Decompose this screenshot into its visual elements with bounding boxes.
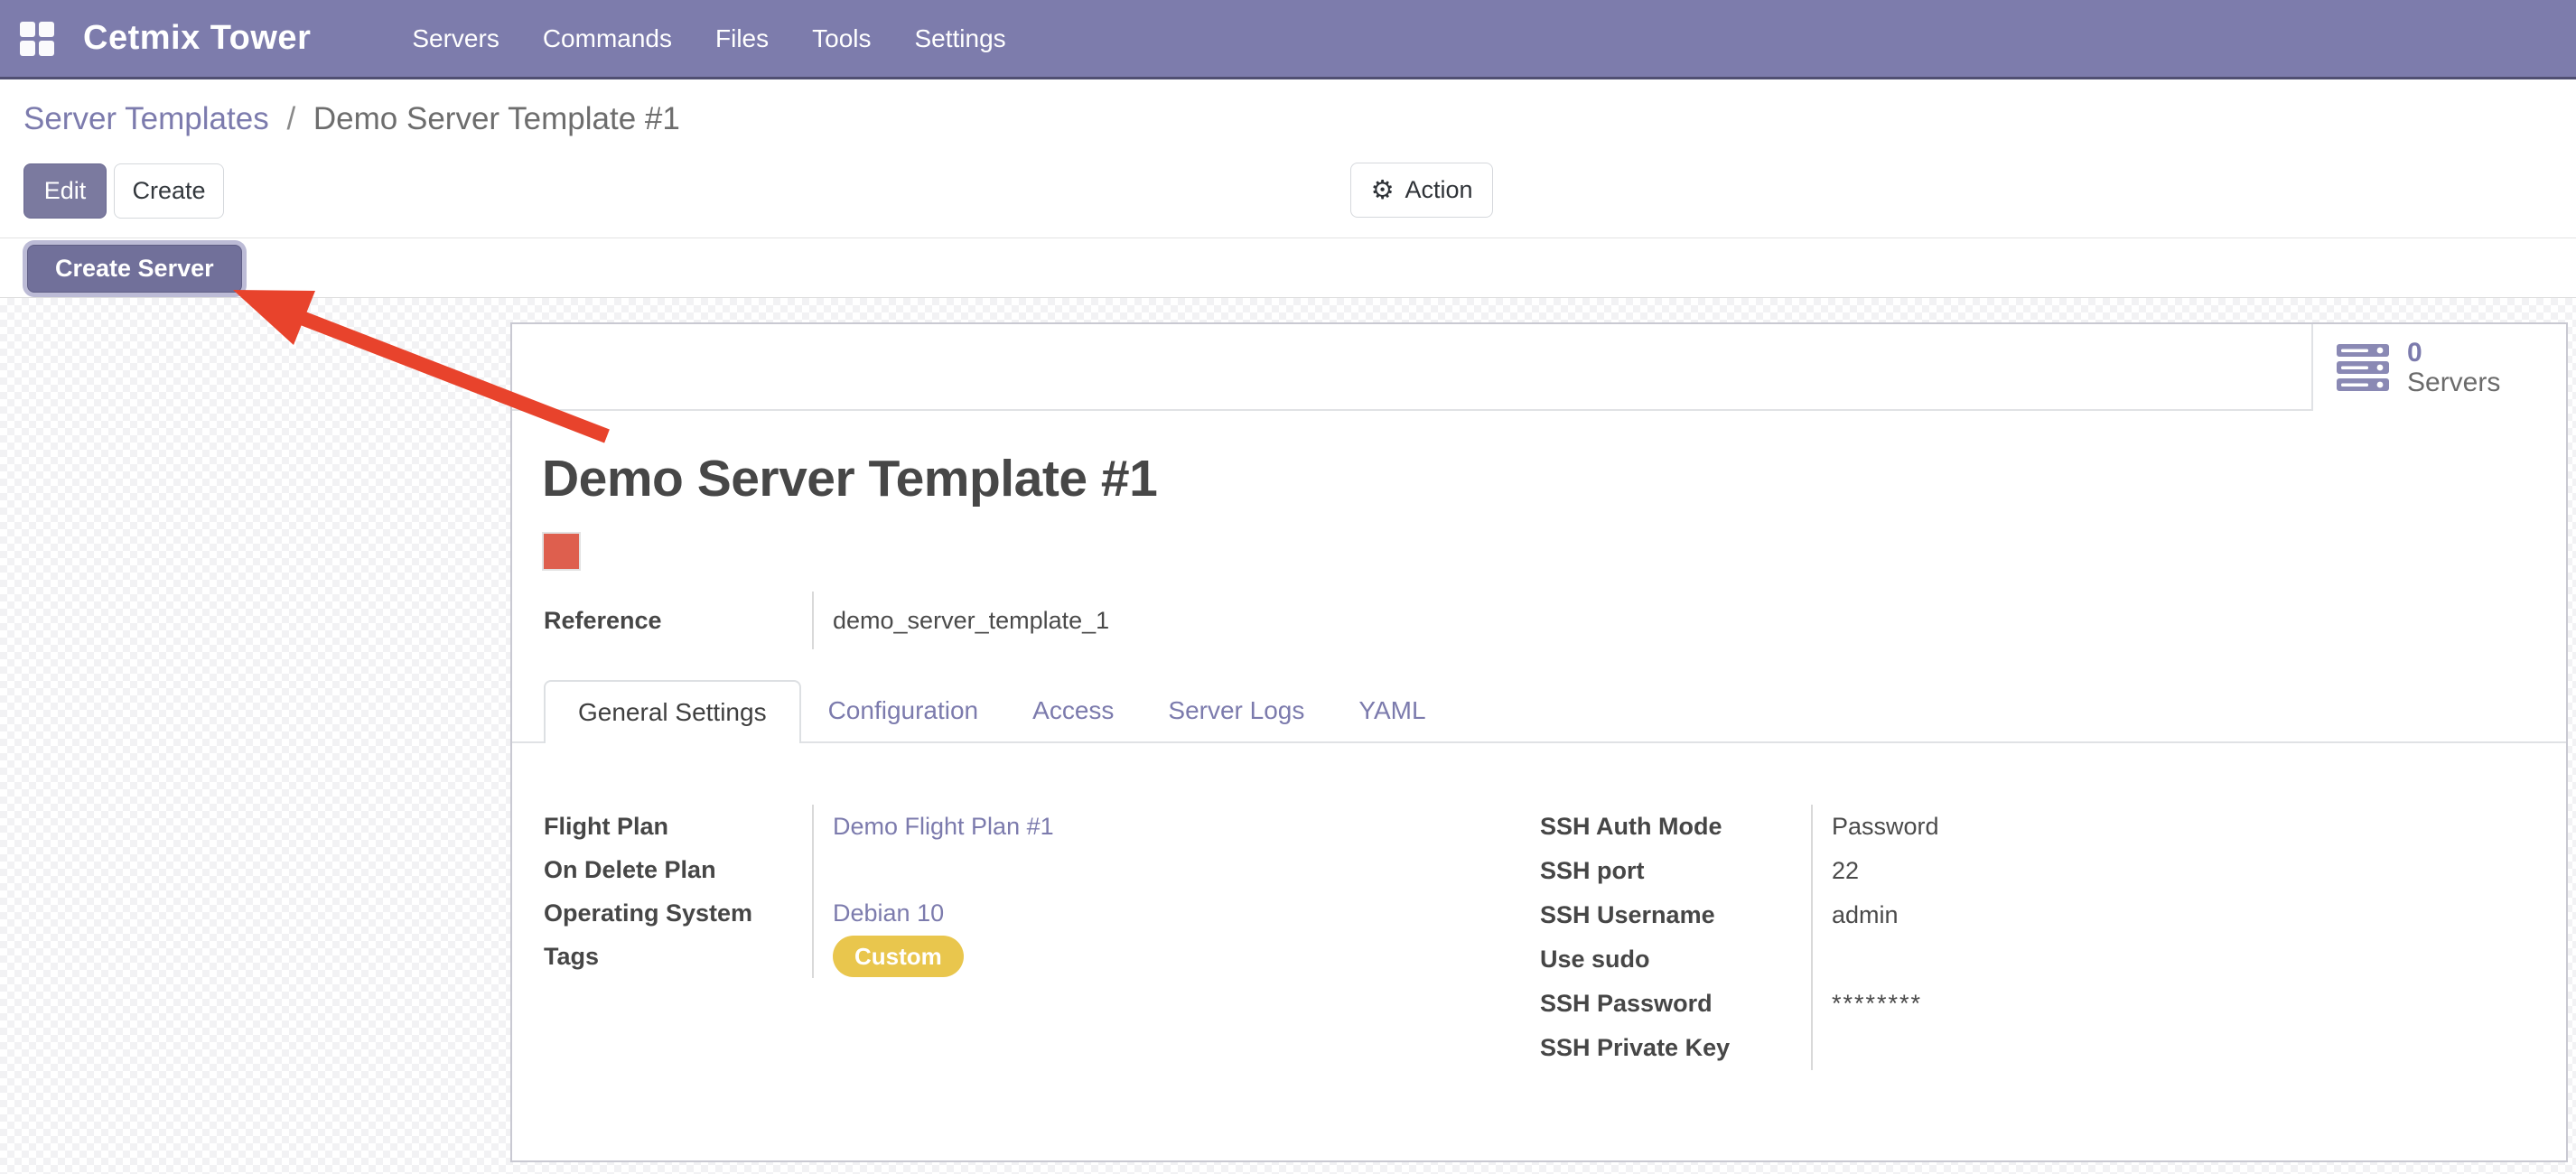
field-row-operating-system: Operating System Debian 10 [544,891,1501,935]
breadcrumb-parent-link[interactable]: Server Templates [23,101,269,136]
nav-item-commands[interactable]: Commands [543,24,672,53]
field-row-flight-plan: Flight Plan Demo Flight Plan #1 [544,805,1501,848]
navbar-menu: Servers Commands Files Tools Settings [412,24,1005,53]
ssh-port-value: 22 [1811,849,2538,893]
ssh-username-value: admin [1811,893,2538,937]
top-navbar: Cetmix Tower Servers Commands Files Tool… [0,0,2576,79]
servers-count: 0 [2407,338,2500,368]
action-button-label: Action [1405,176,1472,204]
breadcrumb-separator: / [286,101,295,136]
nav-item-settings[interactable]: Settings [915,24,1006,53]
nav-item-servers[interactable]: Servers [412,24,499,53]
field-row-tags: Tags Custom [544,935,1501,978]
tab-server-logs[interactable]: Server Logs [1141,680,1331,741]
page: Cetmix Tower Servers Commands Files Tool… [0,0,2576,1174]
apps-menu-icon[interactable] [20,22,54,56]
operating-system-label: Operating System [544,899,812,927]
brand-title[interactable]: Cetmix Tower [83,19,311,58]
gear-icon: ⚙ [1370,177,1394,203]
on-delete-plan-value [812,848,1501,891]
ssh-auth-mode-label: SSH Auth Mode [1540,813,1811,841]
sheet-header: 0 Servers [512,324,2566,411]
servers-stat-button[interactable]: 0 Servers [2311,324,2566,411]
reference-label: Reference [544,607,812,635]
tag-badge: Custom [833,936,964,977]
color-swatch [542,532,581,571]
server-template-sheet: 0 Servers Demo Server Template #1 Refere… [510,322,2568,1162]
form-canvas: 0 Servers Demo Server Template #1 Refere… [0,298,2576,1174]
nav-item-tools[interactable]: Tools [812,24,871,53]
action-button[interactable]: ⚙ Action [1350,163,1493,218]
reference-value: demo_server_template_1 [812,592,1501,649]
field-group-right: SSH Auth Mode Password SSH port 22 SSH U… [1540,805,2538,1070]
breadcrumb: Server Templates / Demo Server Template … [23,101,680,137]
reference-row: Reference demo_server_template_1 [544,592,1501,649]
create-server-button[interactable]: Create Server [27,245,242,293]
ssh-port-label: SSH port [1540,857,1811,885]
servers-count-label: Servers [2407,368,2500,397]
field-row-ssh-port: SSH port 22 [1540,849,2538,893]
ssh-username-label: SSH Username [1540,901,1811,929]
ssh-auth-mode-value: Password [1811,805,2538,849]
ssh-private-key-value [1811,1026,2538,1070]
notebook-tabs: General Settings Configuration Access Se… [512,680,2566,743]
operating-system-link[interactable]: Debian 10 [833,899,944,927]
field-row-ssh-private-key: SSH Private Key [1540,1026,2538,1070]
ssh-password-label: SSH Password [1540,990,1811,1018]
use-sudo-value [1811,937,2538,982]
status-bar: Create Server [0,238,2576,298]
flight-plan-link[interactable]: Demo Flight Plan #1 [833,813,1054,841]
breadcrumb-current: Demo Server Template #1 [313,101,680,136]
tab-access[interactable]: Access [1005,680,1141,741]
field-group-left: Flight Plan Demo Flight Plan #1 On Delet… [544,805,1501,978]
tags-label: Tags [544,943,812,971]
servers-icon [2337,344,2389,391]
on-delete-plan-label: On Delete Plan [544,856,812,884]
ssh-private-key-label: SSH Private Key [1540,1034,1811,1062]
flight-plan-label: Flight Plan [544,813,812,841]
ssh-password-value: ******** [1811,982,2538,1026]
field-row-ssh-username: SSH Username admin [1540,893,2538,937]
field-row-ssh-auth-mode: SSH Auth Mode Password [1540,805,2538,849]
edit-button[interactable]: Edit [23,163,107,219]
page-title: Demo Server Template #1 [542,449,1157,508]
stat-text: 0 Servers [2407,338,2500,397]
field-row-on-delete-plan: On Delete Plan [544,848,1501,891]
tab-configuration[interactable]: Configuration [801,680,1006,741]
nav-item-files[interactable]: Files [715,24,769,53]
field-row-ssh-password: SSH Password ******** [1540,982,2538,1026]
create-button[interactable]: Create [114,163,224,219]
field-row-use-sudo: Use sudo [1540,937,2538,982]
tab-general-settings[interactable]: General Settings [544,680,801,743]
tab-yaml[interactable]: YAML [1331,680,1452,741]
use-sudo-label: Use sudo [1540,946,1811,974]
